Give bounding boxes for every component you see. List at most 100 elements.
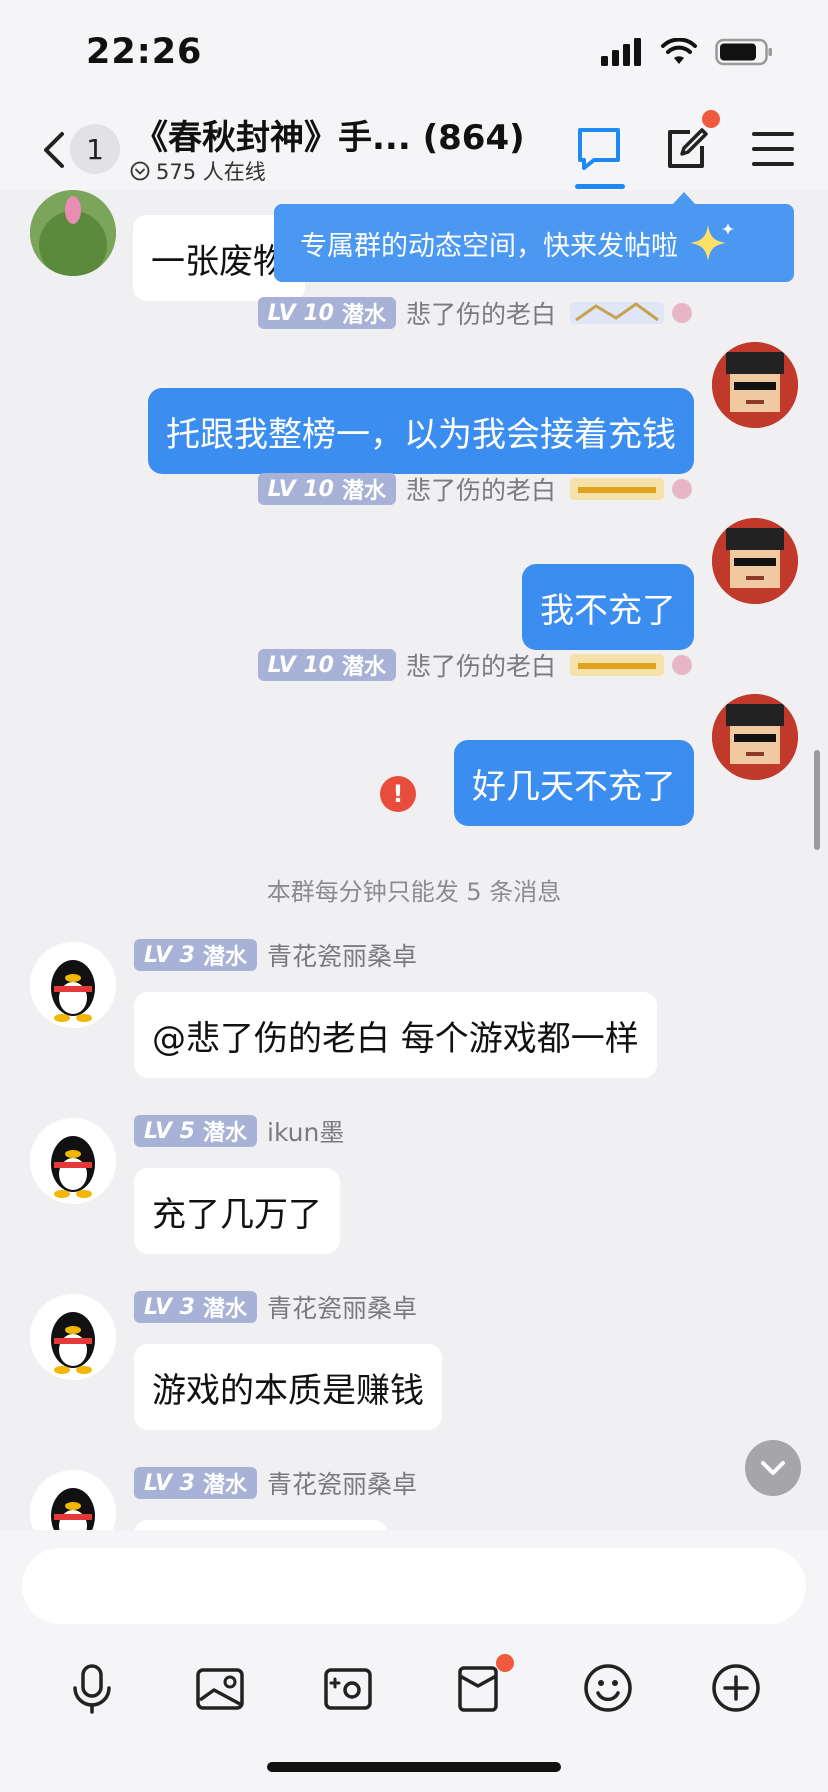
- sender-name[interactable]: 青花瓷丽桑卓: [267, 937, 417, 973]
- penguin-icon: [30, 942, 116, 1028]
- image-icon[interactable]: [192, 1660, 248, 1716]
- active-tab-indicator: [575, 184, 625, 189]
- signal-icon: [601, 38, 641, 66]
- group-title[interactable]: 《春秋封神》手... (864): [134, 110, 525, 159]
- scrollbar-thumb[interactable]: [814, 750, 820, 850]
- home-indicator[interactable]: [267, 1762, 561, 1772]
- status-time: 22:26: [86, 32, 203, 72]
- avatar[interactable]: [30, 1118, 116, 1204]
- send-failed-icon[interactable]: !: [380, 776, 416, 812]
- role-label: 潜水: [341, 479, 386, 504]
- status-icons: [601, 38, 773, 66]
- microphone-icon[interactable]: [64, 1660, 120, 1716]
- level-label: LV 10: [267, 300, 334, 326]
- tooltip-text: 专属群的动态空间，快来发帖啦: [300, 230, 678, 262]
- notification-dot: [702, 110, 720, 128]
- sender-name[interactable]: 悲了伤的老白: [406, 471, 556, 507]
- sparkle-icon: [690, 223, 734, 261]
- avatar[interactable]: [712, 518, 798, 604]
- lotus-leaf-icon: [30, 190, 116, 276]
- level-badge: LV 3 潜水: [134, 939, 257, 971]
- role-label: 潜水: [341, 655, 386, 680]
- input-panel: [0, 1530, 828, 1792]
- rate-limit-notice: 本群每分钟只能发 5 条消息: [266, 878, 562, 906]
- level-badge: LV 3 潜水: [134, 1291, 257, 1323]
- member-count: (864): [422, 118, 525, 158]
- chevron-down-circle-icon: [130, 161, 150, 181]
- penguin-icon: [30, 1470, 116, 1530]
- pixel-character-icon: [712, 694, 798, 780]
- penguin-icon: [30, 1118, 116, 1204]
- sender-meta: LV 3 潜水 青花瓷丽桑卓: [134, 938, 417, 972]
- message-bubble[interactable]: @悲了伤的老白 每个游戏都一样: [134, 992, 657, 1078]
- avatar[interactable]: [712, 342, 798, 428]
- wifi-icon: [661, 38, 697, 64]
- online-count: 575 人在线: [156, 160, 266, 184]
- compose-post-icon[interactable]: [660, 122, 714, 176]
- scroll-to-bottom-button[interactable]: [745, 1440, 801, 1496]
- avatar[interactable]: [712, 694, 798, 780]
- message-bubble[interactable]: 我不充了: [522, 564, 694, 650]
- message-bubble[interactable]: 好几天不充了: [454, 740, 694, 826]
- online-status[interactable]: 575 人在线: [130, 156, 266, 186]
- camera-icon[interactable]: [320, 1660, 376, 1716]
- avatar[interactable]: [30, 1294, 116, 1380]
- sender-meta: LV 3 潜水 青花瓷丽桑卓: [134, 1290, 417, 1324]
- penguin-icon: [30, 1294, 116, 1380]
- chat-bubble-icon[interactable]: [572, 122, 626, 176]
- decoration-banner-icon: [570, 302, 692, 324]
- input-toolbar: [0, 1642, 828, 1738]
- level-badge: LV 10 潜水: [257, 297, 396, 329]
- role-label: 潜水: [202, 1297, 247, 1322]
- level-label: LV 3: [144, 1294, 195, 1320]
- level-label: LV 10: [267, 476, 334, 502]
- role-label: 潜水: [202, 945, 247, 970]
- message-bubble[interactable]: 游戏的本质是赚钱: [134, 1344, 442, 1430]
- plus-icon[interactable]: [708, 1660, 764, 1716]
- level-badge: LV 10 潜水: [257, 649, 396, 681]
- message-input[interactable]: [22, 1548, 806, 1624]
- level-badge: LV 10 潜水: [257, 473, 396, 505]
- group-name: 《春秋封神》手...: [134, 118, 411, 158]
- avatar[interactable]: [30, 1470, 116, 1530]
- message-list[interactable]: 一张废物 LV 10 潜水 悲了伤的老白 托跟我整榜一，以为我会接着充钱 LV …: [0, 190, 828, 1530]
- post-tip-tooltip[interactable]: 专属群的动态空间，快来发帖啦: [274, 204, 794, 282]
- sender-name[interactable]: 青花瓷丽桑卓: [267, 1289, 417, 1325]
- sender-meta: LV 5 潜水 ikun墨: [134, 1114, 344, 1148]
- sender-meta: LV 10 潜水 悲了伤的老白: [257, 471, 696, 507]
- unread-count-badge[interactable]: 1: [70, 124, 120, 174]
- role-label: 潜水: [202, 1121, 247, 1146]
- decoration-banner-icon: [570, 478, 692, 500]
- role-label: 潜水: [202, 1473, 247, 1498]
- level-label: LV 5: [144, 1118, 195, 1144]
- decoration-banner-icon: [570, 654, 692, 676]
- level-badge: LV 5 潜水: [134, 1115, 257, 1147]
- battery-icon: [715, 38, 772, 66]
- notification-dot: [496, 1654, 514, 1672]
- menu-icon[interactable]: [746, 122, 800, 176]
- sender-name[interactable]: 悲了伤的老白: [406, 647, 556, 683]
- avatar[interactable]: [30, 190, 116, 276]
- pixel-character-icon: [712, 342, 798, 428]
- level-label: LV 10: [267, 652, 334, 678]
- sender-name[interactable]: ikun墨: [267, 1113, 344, 1149]
- message-bubble[interactable]: [134, 1520, 388, 1530]
- level-label: LV 3: [144, 1470, 195, 1496]
- sender-name[interactable]: 悲了伤的老白: [406, 295, 556, 331]
- avatar[interactable]: [30, 942, 116, 1028]
- pixel-character-icon: [712, 518, 798, 604]
- sender-meta: LV 10 潜水 悲了伤的老白: [257, 647, 696, 683]
- chat-header: 1 《春秋封神》手... (864) 575 人在线: [0, 110, 828, 190]
- role-label: 潜水: [341, 303, 386, 328]
- emoji-icon[interactable]: [580, 1660, 636, 1716]
- sender-name[interactable]: 青花瓷丽桑卓: [267, 1465, 417, 1501]
- chevron-down-icon: [761, 1461, 785, 1475]
- status-bar: 22:26: [0, 0, 828, 110]
- sender-meta: LV 10 潜水 悲了伤的老白: [257, 295, 696, 331]
- level-badge: LV 3 潜水: [134, 1467, 257, 1499]
- back-arrow-icon[interactable]: [34, 126, 74, 174]
- sender-meta: LV 3 潜水 青花瓷丽桑卓: [134, 1466, 417, 1500]
- message-bubble[interactable]: 充了几万了: [134, 1168, 340, 1254]
- message-bubble[interactable]: 托跟我整榜一，以为我会接着充钱: [148, 388, 694, 474]
- level-label: LV 3: [144, 942, 195, 968]
